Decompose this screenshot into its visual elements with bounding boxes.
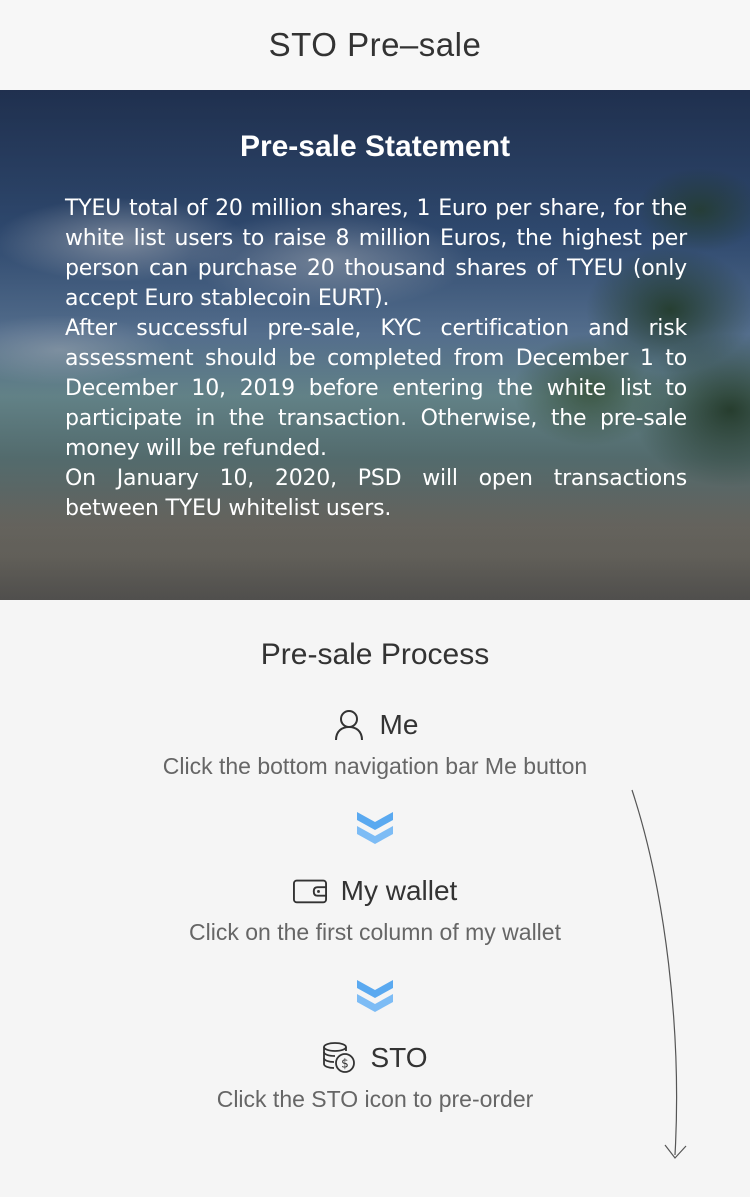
statement-banner: Pre-sale Statement TYEU total of 20 mill… bbox=[0, 90, 750, 600]
page-header: STO Pre–sale bbox=[0, 0, 750, 90]
step-label: Me bbox=[379, 709, 419, 740]
flow-arrow bbox=[631, 789, 687, 1159]
step-label: STO bbox=[370, 1042, 428, 1073]
process-title: Pre-sale Process bbox=[260, 638, 490, 671]
coins-icon: $ bbox=[322, 1041, 356, 1075]
statement-title: Pre-sale Statement bbox=[239, 130, 511, 163]
step-description: Click the bottom navigation bar Me butto… bbox=[162, 753, 588, 779]
user-icon bbox=[332, 708, 366, 742]
process-step-me: Me Click the bottom navigation bar Me bu… bbox=[0, 707, 750, 780]
page-title: STO Pre–sale bbox=[268, 26, 482, 63]
svg-text:$: $ bbox=[342, 1057, 350, 1071]
statement-paragraph: After successful pre-sale, KYC certifica… bbox=[65, 316, 687, 461]
step-label: My wallet bbox=[340, 875, 458, 906]
step-header: Me bbox=[0, 707, 750, 743]
wallet-icon bbox=[292, 874, 327, 908]
chevron-down-icon bbox=[357, 812, 393, 844]
statement-text: TYEU total of 20 million shares, 1 Euro … bbox=[65, 194, 687, 524]
statement-paragraph: On January 10, 2020, PSD will open trans… bbox=[65, 466, 687, 521]
chevron-down-icon bbox=[357, 980, 393, 1012]
statement-paragraph: TYEU total of 20 million shares, 1 Euro … bbox=[65, 196, 687, 311]
